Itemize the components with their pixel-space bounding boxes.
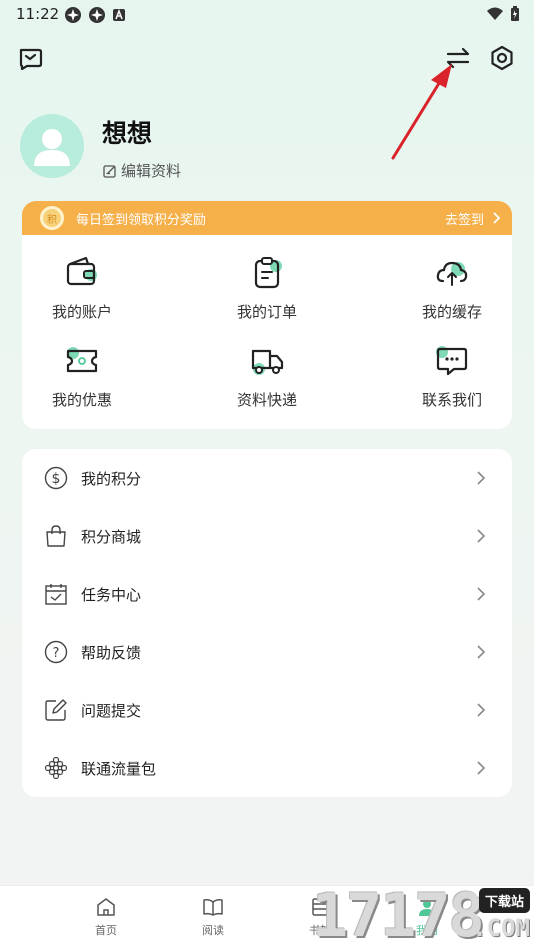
- chevron-right-icon: [477, 471, 486, 485]
- grid-item-delivery[interactable]: 资料快递: [207, 323, 327, 409]
- checkin-card: 积 每日签到领取积分奖励 去签到 我的账户 我的订单 我的缓存 我的优惠 资料快…: [22, 201, 512, 429]
- edit-profile-link[interactable]: 编辑资料: [103, 160, 181, 181]
- question-circle-icon: ?: [44, 640, 68, 664]
- grid-label: 联系我们: [421, 391, 482, 409]
- menu-label: 联通流量包: [81, 759, 157, 778]
- wallet-icon: [64, 255, 100, 291]
- chevron-right-icon: [493, 212, 500, 224]
- grid-label: 我的订单: [236, 303, 297, 321]
- wifi-icon: [487, 7, 503, 20]
- nav-read[interactable]: 阅读: [183, 896, 243, 938]
- grid-label: 我的缓存: [421, 303, 482, 321]
- settings-gear-icon[interactable]: [487, 43, 517, 73]
- dollar-coin-icon: $: [44, 466, 68, 490]
- delivery-truck-icon: [249, 343, 285, 379]
- avatar-person-icon: [34, 129, 70, 166]
- order-clipboard-icon: [249, 255, 285, 291]
- points-coin-icon: 积: [40, 206, 64, 230]
- grid-item-contact[interactable]: 联系我们: [392, 323, 512, 409]
- chevron-right-icon: [477, 529, 486, 543]
- status-time: 11:22: [16, 5, 60, 23]
- edit-profile-label: 编辑资料: [121, 162, 182, 180]
- shopping-bag-icon: [46, 525, 66, 547]
- menu-item-points[interactable]: $ 我的积分: [22, 449, 512, 507]
- notification-a-icon: [113, 8, 125, 21]
- menu-label: 积分商城: [81, 527, 142, 546]
- menu-label: 问题提交: [81, 701, 142, 720]
- quick-grid: 我的账户 我的订单 我的缓存 我的优惠 资料快递 联系我们: [22, 235, 512, 429]
- watermark-badge: 下载站: [478, 888, 530, 913]
- watermark-logo: 17178 下载站 .COM: [312, 884, 534, 950]
- menu-card: $ 我的积分 积分商城 任务中心 ? 帮助反馈 问题提交 联通流量包: [22, 449, 512, 797]
- home-icon: [97, 898, 115, 916]
- grid-item-coupons[interactable]: 我的优惠: [22, 323, 142, 409]
- grid-item-orders[interactable]: 我的订单: [207, 235, 327, 321]
- message-icon[interactable]: [16, 43, 46, 73]
- watermark-digits: 17178: [312, 881, 485, 950]
- edit-pencil-icon: [45, 699, 67, 721]
- switch-icon[interactable]: [443, 43, 473, 73]
- menu-item-help[interactable]: ? 帮助反馈: [22, 623, 512, 681]
- grid-label: 资料快递: [236, 391, 297, 409]
- grid-label: 我的优惠: [51, 391, 112, 409]
- grid-item-cache[interactable]: 我的缓存: [392, 235, 512, 321]
- edit-icon: [103, 164, 116, 178]
- chevron-right-icon: [477, 587, 486, 601]
- menu-item-mall[interactable]: 积分商城: [22, 507, 512, 565]
- menu-item-tasks[interactable]: 任务中心: [22, 565, 512, 623]
- notification-app-icon: [65, 7, 81, 23]
- username: 想想: [102, 119, 153, 148]
- menu-label: 帮助反馈: [81, 643, 142, 662]
- status-bar: 11:22: [0, 0, 534, 30]
- nav-label: 阅读: [202, 924, 224, 937]
- go-checkin-label: 去签到: [444, 212, 484, 228]
- calendar-check-icon: [45, 584, 67, 605]
- coupon-icon: [64, 343, 100, 379]
- menu-item-data-pack[interactable]: 联通流量包: [22, 739, 512, 797]
- nav-home[interactable]: 首页: [76, 896, 136, 938]
- chevron-right-icon: [477, 703, 486, 717]
- cloud-sync-icon: [434, 255, 470, 291]
- checkin-banner-text: 每日签到领取积分奖励: [76, 212, 207, 228]
- nav-label: 首页: [95, 924, 117, 937]
- watermark-domain: .COM: [472, 914, 530, 942]
- chevron-right-icon: [477, 645, 486, 659]
- grid-item-account[interactable]: 我的账户: [22, 235, 142, 321]
- go-checkin-button[interactable]: 去签到: [445, 209, 500, 228]
- svg-text:?: ?: [53, 646, 60, 661]
- svg-text:$: $: [52, 471, 61, 487]
- chevron-right-icon: [477, 761, 486, 775]
- book-icon: [203, 899, 223, 916]
- notification-app-icon: [89, 7, 105, 23]
- menu-label: 我的积分: [81, 469, 142, 488]
- grid-label: 我的账户: [51, 303, 112, 321]
- avatar[interactable]: [20, 114, 84, 178]
- checkin-banner[interactable]: 积 每日签到领取积分奖励 去签到: [22, 201, 512, 235]
- menu-item-submit[interactable]: 问题提交: [22, 681, 512, 739]
- chat-bubble-icon: [434, 343, 470, 379]
- battery-icon: [511, 6, 519, 21]
- unicom-knot-icon: [44, 756, 68, 780]
- menu-label: 任务中心: [81, 585, 142, 604]
